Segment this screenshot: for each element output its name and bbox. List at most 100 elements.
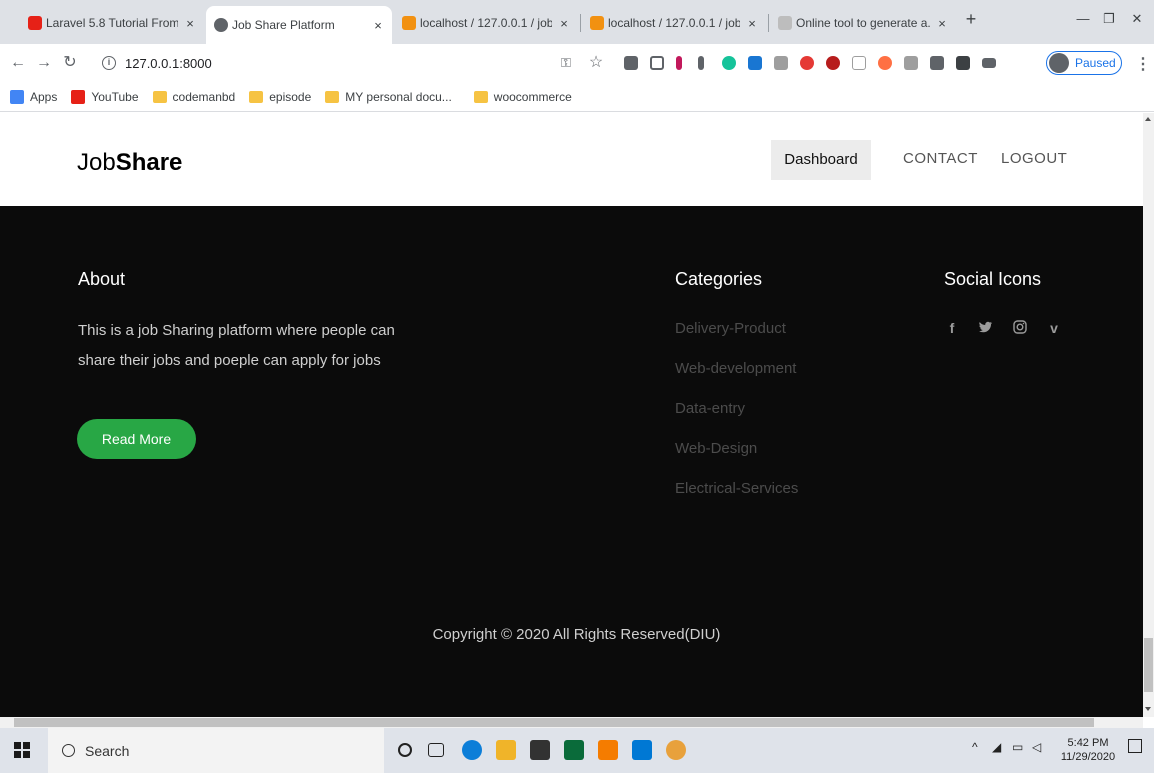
vue-extension-icon[interactable] <box>852 56 866 70</box>
close-tab-icon[interactable]: × <box>556 16 572 31</box>
nav-contact-link[interactable]: CONTACT <box>903 150 978 167</box>
tab-phpmyadmin-2[interactable]: localhost / 127.0.0.1 / jobsh × <box>582 8 766 38</box>
new-tab-plus-icon[interactable]: + <box>958 8 984 30</box>
vimeo-icon[interactable]: v <box>1046 320 1062 336</box>
scroll-down-arrow-icon[interactable] <box>1145 707 1151 711</box>
category-link[interactable]: Electrical-Services <box>675 478 798 518</box>
vuex-extension-icon[interactable] <box>904 56 918 70</box>
adblock-extension-icon[interactable] <box>800 56 814 70</box>
tab-title: localhost / 127.0.0.1 / jobsh <box>608 16 740 30</box>
category-link[interactable]: Web-Design <box>675 438 798 478</box>
grammarly-extension-icon[interactable] <box>722 56 736 70</box>
chrome-icon[interactable] <box>666 740 686 760</box>
folder-icon <box>152 90 167 103</box>
tab-extension-icon[interactable] <box>930 56 944 70</box>
tab-phpmyadmin-1[interactable]: localhost / 127.0.0.1 / jobsh × <box>394 8 578 38</box>
pen-extension-icon[interactable] <box>676 56 682 70</box>
notification-center-icon[interactable] <box>1128 739 1142 753</box>
eyedropper-extension-icon[interactable] <box>698 56 704 70</box>
reload-icon[interactable]: ↻ <box>60 53 80 73</box>
twitter-icon[interactable] <box>978 320 994 336</box>
star-bookmark-icon[interactable]: ☆ <box>586 53 606 73</box>
instagram-icon[interactable] <box>1012 320 1028 336</box>
site-info-icon[interactable]: i <box>102 56 116 70</box>
profile-paused-button[interactable]: Paused <box>1046 51 1122 75</box>
bookmark-woocommerce[interactable]: woocommerce <box>473 90 572 104</box>
bookmark-label: codemanbd <box>172 89 236 104</box>
close-tab-icon[interactable]: × <box>182 16 198 31</box>
bookmark-youtube[interactable]: YouTube <box>71 89 139 104</box>
shield-extension-icon[interactable] <box>624 56 638 70</box>
browser-toolbar: ← → ↻ i 127.0.0.1:8000 ⚿ ☆ Paused ⋮ <box>0 44 1154 82</box>
vscode-icon[interactable] <box>632 740 652 760</box>
minimize-icon[interactable]: — <box>1070 8 1096 30</box>
vertical-scrollbar[interactable] <box>1143 113 1154 717</box>
bookmark-apps[interactable]: Apps <box>10 89 58 104</box>
reading-list-icon[interactable] <box>982 58 996 68</box>
page-viewport: JobShare Dashboard CONTACT LOGOUT About … <box>0 113 1143 717</box>
task-view-icon[interactable] <box>428 743 444 757</box>
close-window-icon[interactable]: ✕ <box>1124 8 1150 30</box>
read-more-button[interactable]: Read More <box>77 419 196 459</box>
clock-time: 5:42 PM <box>1067 737 1109 749</box>
tab-online-tool[interactable]: Online tool to generate a... × <box>770 8 956 38</box>
battery-icon[interactable]: ▭ <box>1012 740 1023 754</box>
apps-grid-icon <box>10 89 24 104</box>
camera-extension-icon[interactable] <box>774 56 788 70</box>
youtube-icon <box>71 89 86 104</box>
category-link[interactable]: Delivery-Product <box>675 318 798 358</box>
search-icon <box>62 744 75 757</box>
folder-icon <box>325 90 340 103</box>
category-link[interactable]: Web-development <box>675 358 798 398</box>
close-tab-icon[interactable]: × <box>370 18 386 33</box>
taskbar-clock[interactable]: 5:42 PM 11/29/2020 <box>1060 736 1116 764</box>
address-url: 127.0.0.1:8000 <box>125 55 212 71</box>
cortana-icon[interactable] <box>398 743 412 757</box>
vertical-scroll-thumb[interactable] <box>1144 638 1153 692</box>
forward-arrow-icon[interactable]: → <box>34 53 54 73</box>
edge-icon[interactable] <box>462 740 482 760</box>
red-extension-icon[interactable] <box>826 56 840 70</box>
phpmyadmin-icon <box>402 16 416 30</box>
back-arrow-icon[interactable]: ← <box>8 53 28 73</box>
more-menu-icon[interactable]: ⋮ <box>1135 54 1151 74</box>
network-icon[interactable]: ◢ <box>992 740 1001 754</box>
key-icon[interactable]: ⚿ <box>556 53 576 73</box>
xampp-icon[interactable] <box>598 740 618 760</box>
bookmark-label: Apps <box>30 89 58 104</box>
category-link[interactable]: Data-entry <box>675 398 798 438</box>
microsoft-store-icon[interactable] <box>530 740 550 760</box>
nav-logout-link[interactable]: LOGOUT <box>1001 150 1067 167</box>
orange-extension-icon[interactable] <box>878 56 892 70</box>
site-header: JobShare Dashboard CONTACT LOGOUT <box>0 113 1143 206</box>
close-tab-icon[interactable]: × <box>934 16 950 31</box>
puzzle-extensions-icon[interactable] <box>956 56 970 70</box>
close-tab-icon[interactable]: × <box>744 16 760 31</box>
terminal-app-icon[interactable] <box>564 740 584 760</box>
tray-chevron-up-icon[interactable]: ^ <box>972 740 978 754</box>
facebook-icon[interactable]: f <box>944 320 960 336</box>
bookmark-episode[interactable]: episode <box>249 90 311 104</box>
horizontal-scroll-thumb[interactable] <box>14 718 1094 727</box>
taskbar-search-box[interactable]: Search <box>48 728 384 773</box>
bookmarks-bar: Apps YouTube codemanbd episode MY person… <box>0 82 1154 112</box>
screenshot-extension-icon[interactable] <box>650 56 664 70</box>
bookmark-codemanbd[interactable]: codemanbd <box>152 89 236 104</box>
clock-date: 11/29/2020 <box>1060 751 1116 763</box>
profile-status-label: Paused <box>1075 56 1116 70</box>
copyright-text: Copyright © 2020 All Rights Reserved(DIU… <box>432 626 721 643</box>
scroll-up-arrow-icon[interactable] <box>1145 117 1151 121</box>
tab-job-share-platform[interactable]: Job Share Platform × <box>206 6 392 44</box>
download-extension-icon[interactable] <box>748 56 762 70</box>
bookmark-personal-docs[interactable]: MY personal docu... <box>325 90 452 104</box>
tab-laravel-tutorial[interactable]: Laravel 5.8 Tutorial From Sc × <box>20 8 204 38</box>
address-bar[interactable]: i 127.0.0.1:8000 <box>102 50 552 76</box>
windows-start-icon[interactable] <box>14 742 30 758</box>
restore-icon[interactable]: ❐ <box>1096 8 1122 30</box>
nav-dashboard-button[interactable]: Dashboard <box>771 140 871 180</box>
volume-icon[interactable]: ◁ <box>1032 740 1041 754</box>
tab-title: localhost / 127.0.0.1 / jobsh <box>420 16 552 30</box>
horizontal-scrollbar[interactable] <box>0 717 1143 728</box>
file-explorer-icon[interactable] <box>496 740 516 760</box>
site-logo[interactable]: JobShare <box>77 149 182 177</box>
